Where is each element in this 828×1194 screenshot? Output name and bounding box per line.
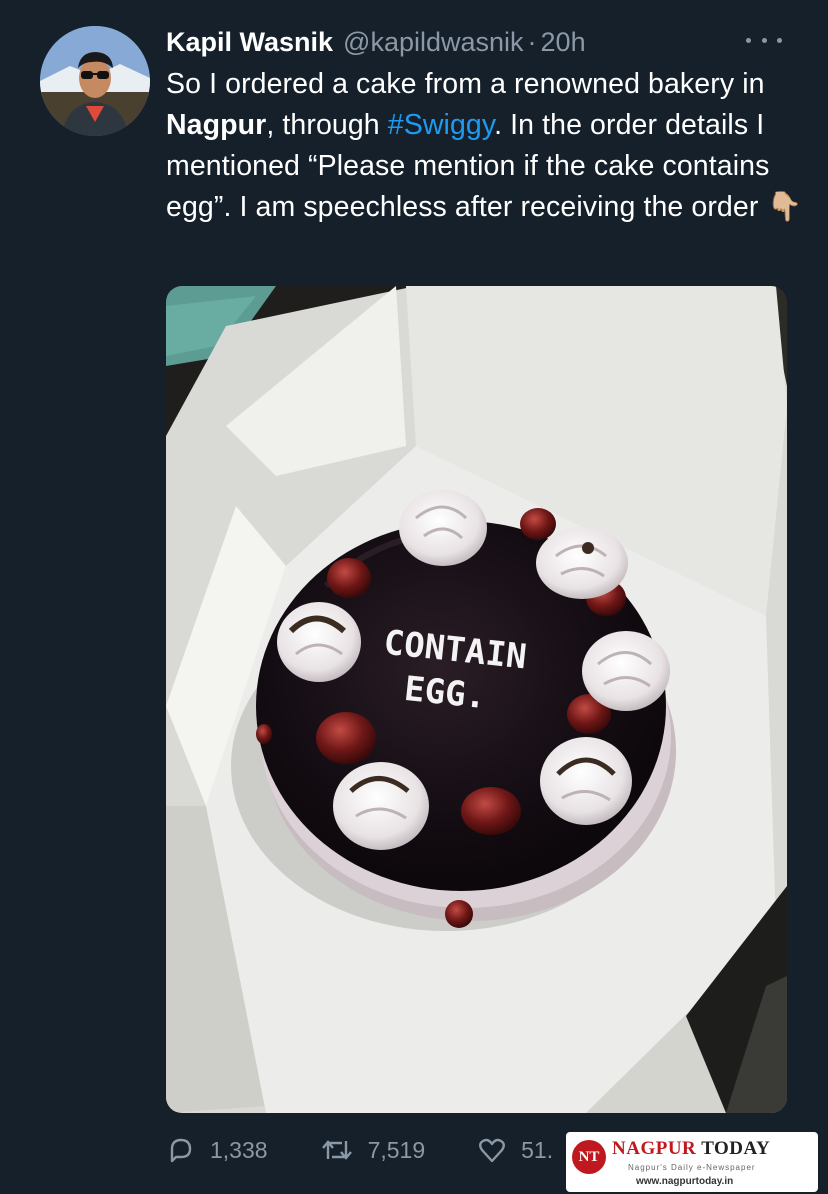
cake-writing-line2: EGG. — [402, 669, 488, 717]
avatar[interactable] — [40, 26, 150, 136]
nagpur-today-watermark: NT NAGPUR TODAY Nagpur's Daily e-Newspap… — [566, 1132, 818, 1192]
retweet-button[interactable]: 7,519 — [320, 1135, 426, 1165]
like-count: 51. — [521, 1136, 554, 1163]
more-dot — [777, 37, 782, 43]
watermark-today: TODAY — [701, 1138, 771, 1159]
reply-button[interactable]: 1,338 — [166, 1135, 268, 1165]
tweet-text: So I ordered a cake from a renowned bake… — [166, 64, 806, 228]
tweet-media-image[interactable]: CONTAIN EGG. — [166, 286, 787, 1113]
tweet-header: Kapil Wasnik @kapildwasnik · 20h — [166, 24, 808, 60]
hashtag-link[interactable]: #Swiggy — [388, 109, 494, 141]
tweet-text-part: So I ordered a cake from a renowned bake… — [166, 68, 765, 100]
tweet-text-part: , through — [266, 109, 388, 141]
tweet-timestamp[interactable]: 20h — [541, 27, 586, 58]
header-separator: · — [527, 26, 537, 57]
reply-icon — [170, 1138, 192, 1163]
watermark-title: NAGPUR TODAY — [612, 1138, 770, 1160]
user-handle[interactable]: @kapildwasnik — [343, 27, 523, 58]
like-button[interactable]: 51. — [477, 1135, 553, 1165]
more-icon[interactable] — [746, 30, 782, 50]
reply-count: 1,338 — [210, 1136, 268, 1163]
pointing-down-emoji: 👇🏼 — [766, 191, 803, 223]
nt-logo-icon: NT — [572, 1140, 606, 1174]
more-dot — [746, 37, 751, 43]
retweet-icon — [321, 1140, 352, 1160]
watermark-nagpur: NAGPUR — [612, 1138, 697, 1159]
display-name[interactable]: Kapil Wasnik — [166, 27, 333, 58]
tweet-text-bold-nagpur: Nagpur — [166, 109, 267, 141]
cake-photo: CONTAIN EGG. — [166, 286, 787, 1113]
more-dot — [761, 37, 767, 43]
retweet-count: 7,519 — [367, 1136, 426, 1163]
avatar-photo — [40, 26, 150, 136]
watermark-url: www.nagpurtoday.in — [636, 1176, 734, 1187]
watermark-tagline: Nagpur's Daily e-Newspaper — [628, 1163, 756, 1172]
like-icon — [479, 1138, 506, 1163]
